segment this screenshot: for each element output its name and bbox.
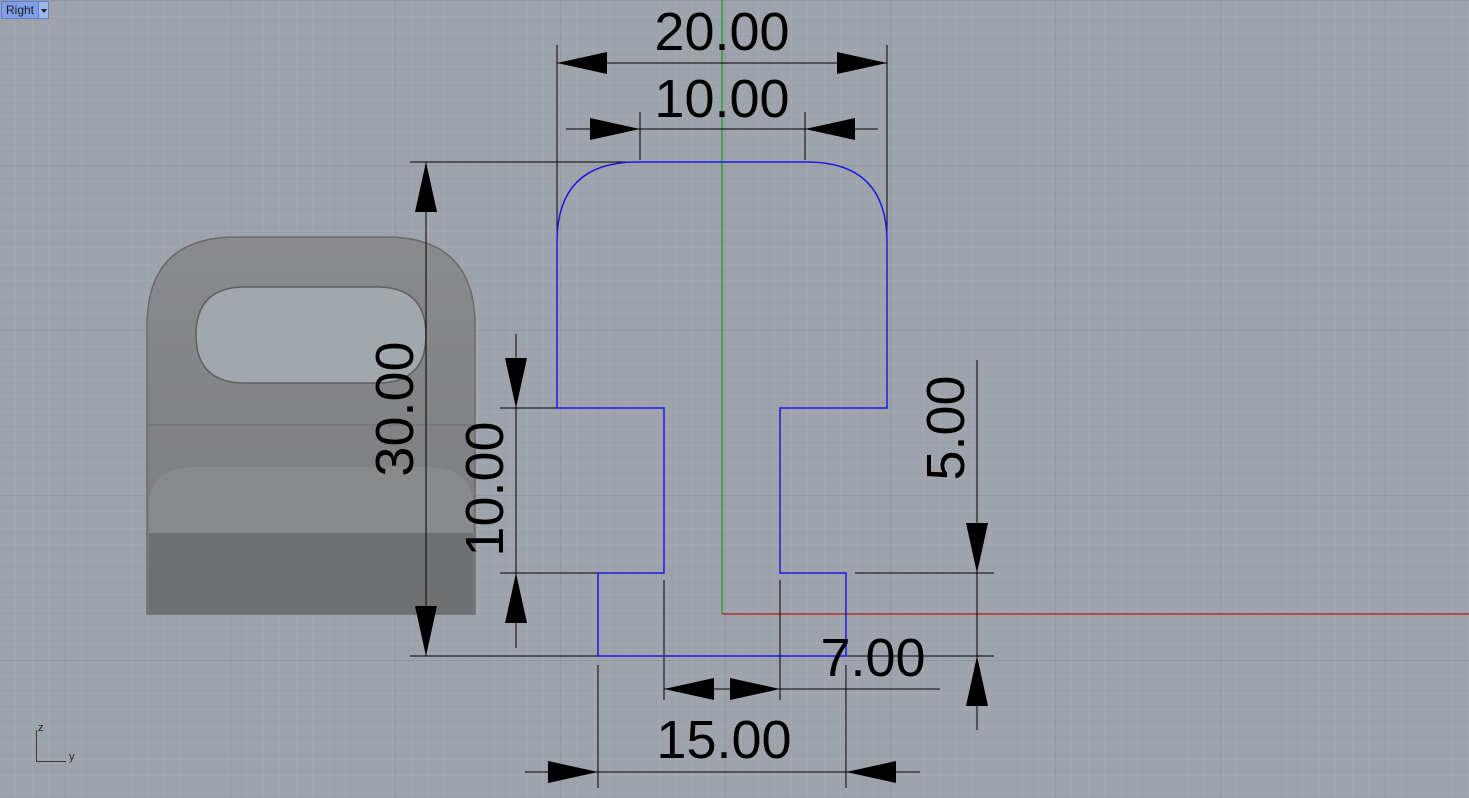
axis-indicator: z y xyxy=(30,722,80,768)
axis-indicator-vertical xyxy=(36,730,37,762)
dim-neck-width[interactable]: 10.00 xyxy=(654,69,789,129)
axis-indicator-horizontal xyxy=(36,761,66,762)
dim-bottom-offset[interactable]: 7.00 xyxy=(820,628,925,688)
viewport-title-tab[interactable]: Right xyxy=(1,1,50,19)
viewport-canvas[interactable]: 20.00 10.00 30.00 10.00 5.00 7.00 15.00 xyxy=(0,0,1469,798)
dim-top-width[interactable]: 20.00 xyxy=(654,2,789,62)
dim-total-height[interactable]: 30.00 xyxy=(365,341,425,476)
chevron-down-icon[interactable] xyxy=(39,1,50,19)
right-viewport[interactable]: 20.00 10.00 30.00 10.00 5.00 7.00 15.00 … xyxy=(0,0,1469,798)
dim-right-step-height[interactable]: 5.00 xyxy=(916,375,976,480)
viewport-title[interactable]: Right xyxy=(1,1,40,19)
axis-label-z: z xyxy=(38,722,44,734)
dim-left-step-height[interactable]: 10.00 xyxy=(455,421,515,556)
axis-label-y: y xyxy=(69,751,75,763)
dim-bottom-width[interactable]: 15.00 xyxy=(656,710,791,770)
